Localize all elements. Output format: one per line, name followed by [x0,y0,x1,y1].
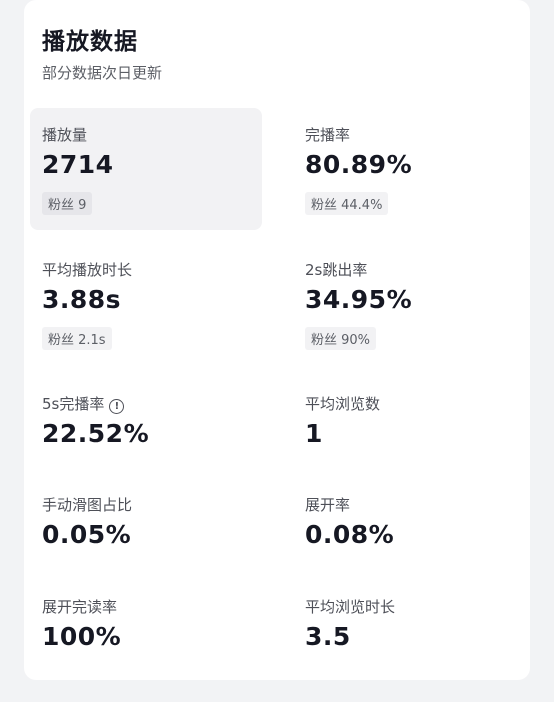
metric-value: 100% [42,622,122,651]
metric-expand-read-rate[interactable]: 展开完读率 100% [30,580,262,702]
metric-label: 展开率 [305,496,351,514]
metric-avg-play-duration[interactable]: 平均播放时长 3.88s 粉丝 2.1s [30,243,262,365]
fans-badge: 粉丝 9 [42,192,93,215]
metric-value: 0.08% [305,520,395,549]
fans-badge: 粉丝 90% [305,327,377,350]
metric-2s-bounce-rate[interactable]: 2s跳出率 34.95% 粉丝 90% [293,243,525,365]
fans-badge: 粉丝 44.4% [305,192,389,215]
metric-completion-rate[interactable]: 完播率 80.89% 粉丝 44.4% [293,108,525,230]
play-data-card: 播放数据 部分数据次日更新 播放量 2714 粉丝 9 完播率 80.89% 粉… [24,0,530,680]
metric-value: 0.05% [42,520,132,549]
metric-label: 播放量 [42,126,88,144]
metric-value: 3.5 [305,622,351,651]
metric-label: 2s跳出率 [305,261,368,279]
metric-value: 2714 [42,150,114,179]
metric-label: 5s完播率 [42,395,105,413]
info-icon[interactable]: ! [109,399,125,414]
metric-value: 80.89% [305,150,413,179]
metric-label: 平均浏览时长 [305,598,396,616]
metric-value: 1 [305,419,323,448]
card-subtitle: 部分数据次日更新 [42,64,163,82]
metric-label: 手动滑图占比 [42,496,133,514]
metric-play-count[interactable]: 播放量 2714 粉丝 9 [30,108,262,230]
metric-label: 完播率 [305,126,351,144]
metric-value: 34.95% [305,285,413,314]
metric-label-row: 5s完播率! [42,393,125,414]
fans-badge: 粉丝 2.1s [42,327,112,350]
card-title: 播放数据 [42,29,138,55]
metric-value: 22.52% [42,419,150,448]
metric-label: 展开完读率 [42,598,118,616]
metric-label: 平均播放时长 [42,261,133,279]
metric-label: 平均浏览数 [305,395,381,413]
metric-avg-browse-duration[interactable]: 平均浏览时长 3.5 [293,580,525,702]
metric-value: 3.88s [42,285,122,314]
